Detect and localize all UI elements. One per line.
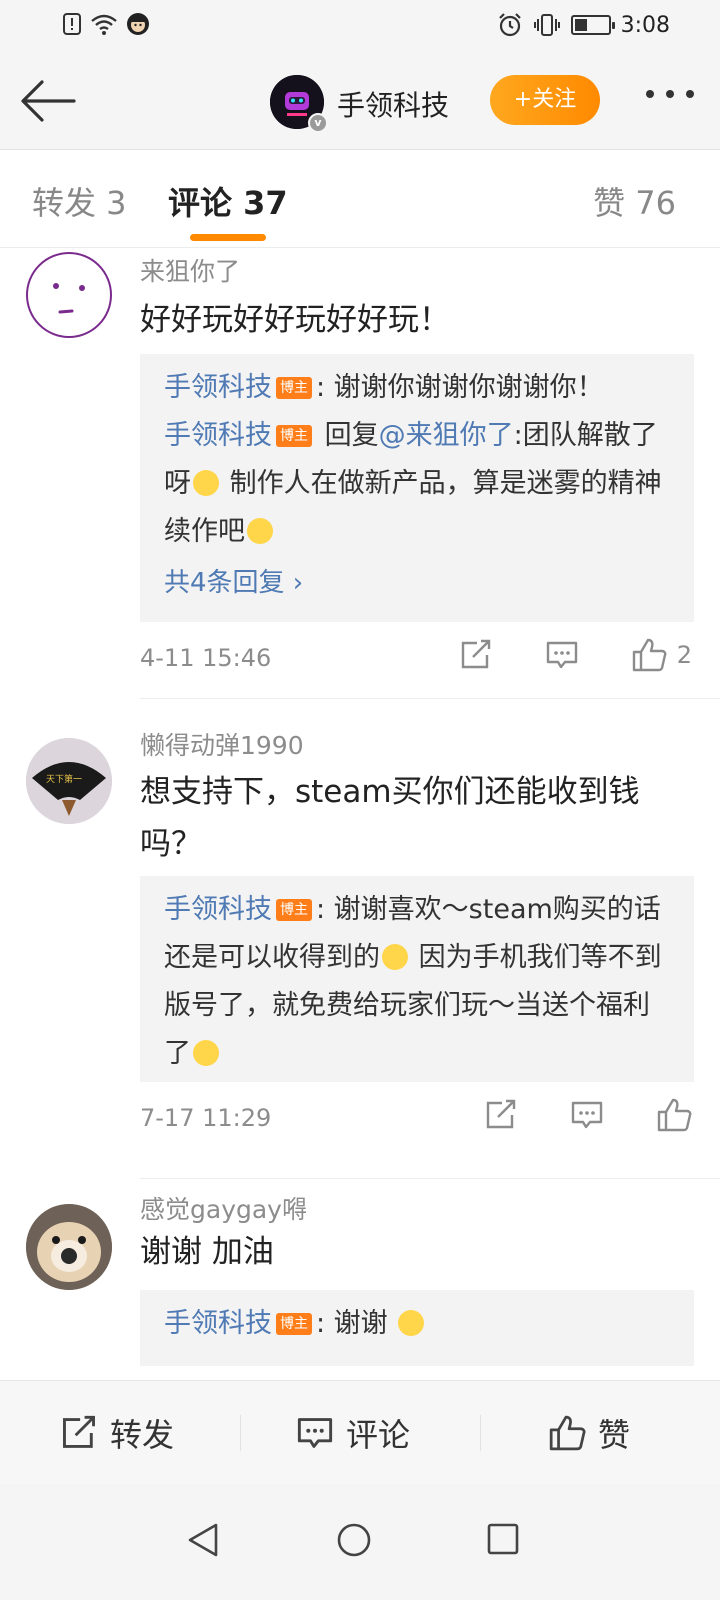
author-badge: 博主	[276, 377, 312, 399]
top-header: v 手领科技 +关注	[0, 52, 720, 150]
back-arrow-icon[interactable]	[20, 78, 76, 124]
comment-actions: 2	[459, 638, 692, 672]
reply: 手领科技 博主 回复@来狙你了:团队解散了呀 制作人在做新产品，算是迷雾的精神续作…	[164, 412, 670, 556]
verified-icon: v	[308, 113, 328, 133]
smirk-emoji-icon	[193, 1040, 219, 1066]
reply-box[interactable]: 手领科技 博主: 谢谢你谢谢你谢谢你！ 手领科技 博主 回复@来狙你了:团队解散了呀…	[140, 354, 694, 622]
nav-back-icon[interactable]	[186, 1522, 220, 1558]
folding-fan-avatar-icon: 天下第一	[26, 738, 112, 824]
repost-action[interactable]	[484, 1099, 518, 1131]
system-navigation-bar	[0, 1484, 720, 1600]
comment-text: 谢谢 加油	[140, 1234, 274, 1270]
comment-timestamp: 7-17 11:29	[140, 1104, 272, 1132]
comment-actions	[484, 1098, 692, 1132]
share-icon	[63, 1415, 95, 1448]
separator	[240, 1415, 241, 1451]
reply-text: : 谢谢你谢谢你谢谢你！	[316, 372, 604, 403]
smirk-emoji-icon	[247, 518, 273, 544]
clock-time: 3:08	[620, 12, 670, 38]
hamster-avatar-icon	[26, 1204, 112, 1290]
vibrate-icon	[533, 14, 560, 36]
author-badge: 博主	[276, 1313, 312, 1335]
tab-comments[interactable]: 评论 37	[168, 178, 288, 224]
wifi-icon	[91, 14, 117, 35]
bottom-action-bar: 转发 评论 赞	[0, 1380, 720, 1484]
comment-username[interactable]: 懒得动弹1990	[140, 726, 304, 762]
reply-text: : 谢谢	[316, 1308, 397, 1339]
avatar[interactable]	[26, 1204, 112, 1290]
smirk-emoji-icon	[398, 1310, 425, 1336]
author-badge: 博主	[276, 425, 312, 447]
hand-drawn-face-icon	[53, 283, 85, 314]
thumbs-up-icon	[632, 638, 667, 672]
comment-divider	[140, 1178, 720, 1179]
tab-repost[interactable]: 转发 3	[32, 178, 127, 224]
alarm-icon	[498, 13, 521, 37]
battery-icon	[570, 15, 615, 35]
like-count: 2	[676, 641, 692, 669]
comment-icon	[297, 1418, 333, 1448]
account-avatar[interactable]: v	[270, 75, 328, 133]
like-action[interactable]: 2	[631, 638, 692, 672]
tab-likes[interactable]: 赞 76	[593, 178, 676, 224]
thumbs-up-icon	[657, 1098, 692, 1132]
separator	[480, 1415, 481, 1451]
repost-label: 转发	[110, 1416, 175, 1454]
avatar[interactable]: 天下第一	[26, 738, 112, 824]
reply-box[interactable]: 手领科技 博主: 谢谢喜欢～steam购买的话还是可以收得到的 因为手机我们等不到…	[140, 876, 694, 1082]
shocked-emoji-icon	[193, 470, 219, 496]
alert-icon	[63, 13, 81, 35]
account-name[interactable]: 手领科技	[337, 84, 449, 124]
view-more-replies-link[interactable]: 共4条回复 ›	[164, 556, 670, 610]
share-icon	[486, 1099, 516, 1129]
comment-item: 来狙你了 好好玩好好玩好好玩！ 手领科技 博主: 谢谢你谢谢你谢谢你！ 手领科技博…	[0, 248, 720, 700]
repost-action[interactable]	[459, 639, 493, 671]
like-action[interactable]	[656, 1098, 692, 1132]
reply: 手领科技 博主: 谢谢喜欢～steam购买的话还是可以收得到的 因为手机我们等不到…	[164, 886, 670, 1078]
comment-item: 感觉gaygay嘚 谢谢 加油 手领科技 博主: 谢谢	[0, 1195, 720, 1380]
status-left-icons	[62, 12, 150, 36]
reply-author[interactable]: 手领科技	[164, 894, 272, 925]
active-tab-indicator	[190, 234, 266, 241]
app-notification-icon	[127, 13, 149, 35]
nav-home-icon[interactable]	[336, 1522, 372, 1558]
reply-author[interactable]: 手领科技	[164, 420, 272, 451]
comment-username[interactable]: 感觉gaygay嘚	[140, 1190, 307, 1226]
reply-box[interactable]: 手领科技 博主: 谢谢	[140, 1290, 694, 1366]
comment-username[interactable]: 来狙你了	[140, 252, 240, 288]
crying-emoji-icon	[382, 944, 408, 970]
share-icon	[461, 639, 490, 669]
mention-link[interactable]: @来狙你了	[379, 420, 514, 451]
comment-button[interactable]: 评论	[296, 1381, 410, 1485]
comment-timestamp: 4-11 15:46	[140, 644, 272, 672]
status-bar: 3:08	[0, 0, 720, 52]
comment-divider	[140, 698, 720, 699]
thumbs-up-icon	[549, 1415, 586, 1451]
reply-action[interactable]	[570, 1099, 604, 1131]
comment-icon	[571, 1101, 603, 1129]
repost-button[interactable]: 转发	[60, 1381, 174, 1485]
comment-item: 天下第一 懒得动弹1990 想支持下，steam买你们还能收到钱吗？ 手领科技博…	[0, 718, 720, 1182]
comment-label: 评论	[346, 1416, 411, 1454]
reply-author[interactable]: 手领科技	[164, 372, 272, 403]
comment-text: 想支持下，steam买你们还能收到钱吗？	[140, 774, 640, 862]
reply-prefix: 回复	[316, 420, 379, 451]
svg-text:天下第一: 天下第一	[46, 773, 82, 785]
reply-action[interactable]	[545, 639, 579, 671]
reply-text-continued: 制作人在做新产品，算是迷雾的精神续作吧	[164, 468, 662, 547]
reply: 手领科技 博主: 谢谢你谢谢你谢谢你！	[164, 364, 670, 412]
comment-text: 好好玩好好玩好好玩！	[140, 302, 450, 338]
reply: 手领科技 博主: 谢谢	[164, 1300, 670, 1348]
follow-button[interactable]: +关注	[490, 75, 600, 125]
more-options-icon[interactable]	[646, 90, 694, 98]
like-label: 赞	[598, 1416, 631, 1454]
status-right-icons: 3:08	[497, 12, 670, 38]
comment-icon	[546, 641, 577, 669]
reply-author[interactable]: 手领科技	[164, 1308, 272, 1339]
nav-recents-icon[interactable]	[486, 1522, 520, 1556]
tab-bar: 转发 3 评论 37 赞 76	[0, 150, 720, 248]
avatar[interactable]	[26, 252, 112, 338]
author-badge: 博主	[276, 899, 312, 921]
like-button[interactable]: 赞	[548, 1381, 630, 1485]
